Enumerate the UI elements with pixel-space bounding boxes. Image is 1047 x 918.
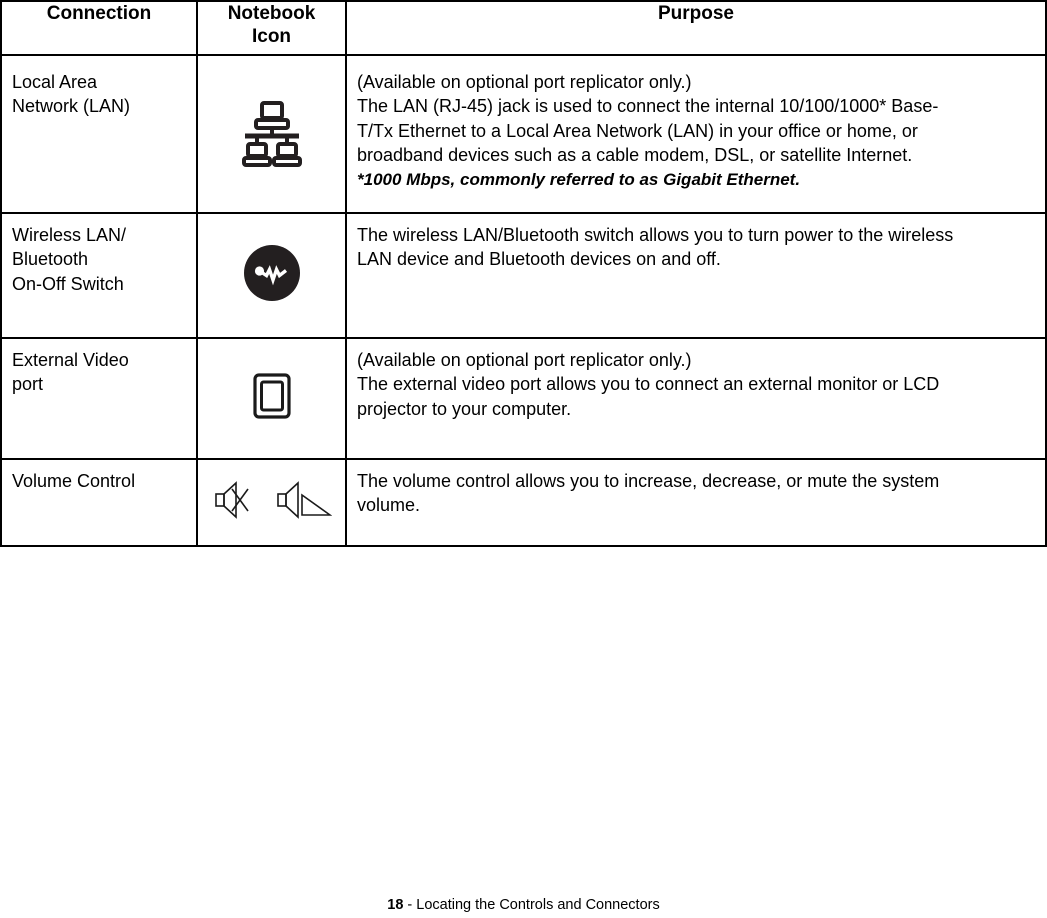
cell-connection: Wireless LAN/ Bluetooth On-Off Switch (0, 213, 198, 339)
external-video-port-icon (252, 372, 292, 420)
purpose-footnote: *1000 Mbps, commonly referred to as Giga… (357, 169, 801, 189)
purpose-line: The external video port allows you to co… (357, 374, 940, 395)
cell-notebook-icon (196, 213, 347, 339)
column-header-purpose-label: Purpose (657, 3, 735, 24)
connection-label-line: External Video (12, 350, 129, 370)
connection-label-line: port (12, 374, 44, 395)
cell-connection: External Video port (0, 338, 198, 460)
purpose-line: volume. (357, 495, 421, 516)
page-footer-separator: - (403, 897, 417, 913)
cell-connection: Local Area Network (LAN) (0, 61, 198, 214)
wireless-switch-icon (241, 242, 303, 304)
volume-mute-and-speaker-icons (212, 479, 332, 521)
purpose-line: projector to your computer. (357, 398, 572, 419)
column-header-notebook-icon-label-line2: Icon (251, 26, 292, 48)
page-footer: 18 - Locating the Controls and Connector… (0, 898, 1047, 913)
cell-notebook-icon (196, 338, 347, 460)
purpose-line: The wireless LAN/Bluetooth switch allows… (357, 225, 954, 245)
cell-notebook-icon (196, 459, 347, 547)
purpose-line: (Available on optional port replicator o… (357, 72, 692, 92)
purpose-line: The LAN (RJ-45) jack is used to connect … (357, 96, 939, 117)
table-header-row: Connection Notebook Icon Purpose (0, 0, 1047, 56)
column-header-notebook-icon-label-line1: Notebook (227, 3, 316, 24)
table-row: Volume Control The volume control allows… (0, 459, 1047, 547)
cell-connection: Volume Control (0, 459, 198, 547)
volume-up-icon (276, 481, 332, 519)
connection-label-line: Bluetooth (12, 249, 89, 270)
cell-purpose: (Available on optional port replicator o… (345, 338, 1047, 460)
controls-and-connectors-table: Connection Notebook Icon Purpose Local A… (0, 0, 1047, 547)
connection-label-line: On-Off Switch (12, 273, 124, 294)
purpose-line: LAN device and Bluetooth devices on and … (357, 249, 721, 270)
connection-label-line: Local Area (12, 72, 98, 92)
cell-notebook-icon (196, 61, 347, 214)
page-number: 18 (387, 897, 404, 913)
cell-purpose: The volume control allows you to increas… (345, 459, 1047, 547)
table-row: External Video port (Available on option… (0, 338, 1047, 460)
connection-label-line: Network (LAN) (12, 96, 131, 117)
purpose-line: T/Tx Ethernet to a Local Area Network (L… (357, 120, 918, 141)
connection-label-line: Wireless LAN/ (12, 225, 127, 245)
purpose-line: The volume control allows you to increas… (357, 471, 940, 491)
table-row: Wireless LAN/ Bluetooth On-Off Switch Th… (0, 213, 1047, 339)
cell-purpose: (Available on optional port replicator o… (345, 61, 1047, 214)
page-footer-title: Locating the Controls and Connectors (416, 897, 660, 913)
lan-network-icon (241, 99, 303, 169)
purpose-line: broadband devices such as a cable modem,… (357, 145, 913, 166)
volume-mute-icon (214, 481, 249, 519)
column-header-purpose: Purpose (345, 0, 1047, 56)
column-header-connection: Connection (0, 0, 198, 56)
table-header: Connection Notebook Icon Purpose (0, 0, 1047, 56)
table-row: Local Area Network (LAN) (Available on o… (0, 61, 1047, 214)
column-header-notebook-icon: Notebook Icon (196, 0, 347, 56)
purpose-line: (Available on optional port replicator o… (357, 350, 692, 370)
table-body: Local Area Network (LAN) (Available on o… (0, 54, 1047, 547)
column-header-connection-label: Connection (46, 3, 152, 24)
connection-label-line: Volume Control (12, 471, 136, 491)
cell-purpose: The wireless LAN/Bluetooth switch allows… (345, 213, 1047, 339)
